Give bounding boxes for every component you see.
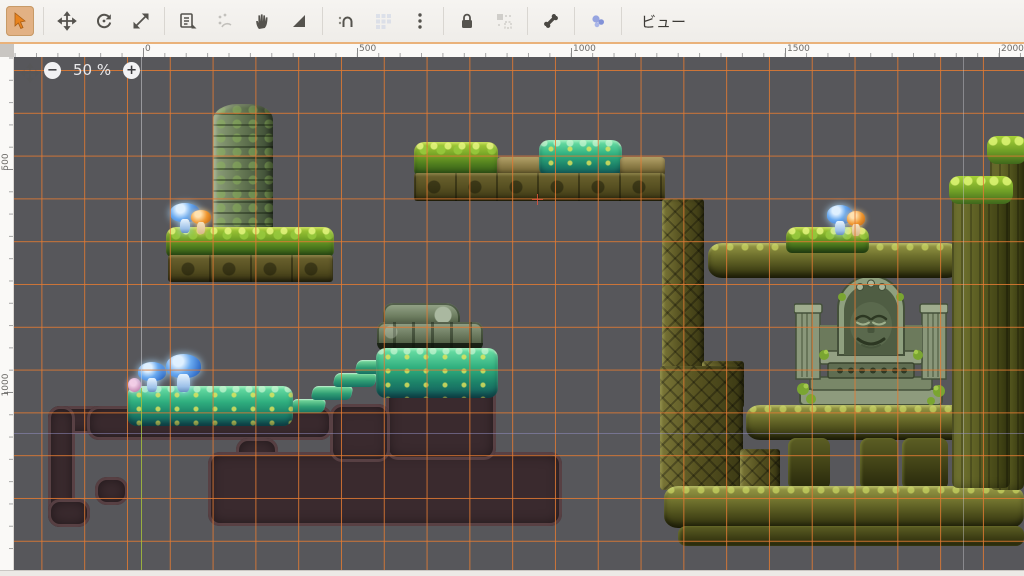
ruined-tank[interactable]	[377, 303, 483, 351]
layers-icon	[178, 11, 198, 31]
v-ruler-label: 1000	[1, 372, 11, 398]
platform-b-grass-green[interactable]	[414, 142, 498, 176]
magnet-icon	[336, 11, 356, 31]
dots-icon	[410, 11, 430, 31]
toolbar-separator	[443, 7, 444, 35]
select-icon	[10, 11, 30, 31]
cave-ring-foot[interactable]	[48, 499, 90, 527]
statue-leg-2[interactable]	[860, 438, 898, 490]
move-tool-button[interactable]	[53, 6, 81, 36]
move-icon	[57, 11, 77, 31]
toolbar-separator	[43, 7, 44, 35]
rotate-icon	[94, 11, 114, 31]
cave-body[interactable]	[208, 452, 562, 526]
zoom-level-label: 50 %	[73, 61, 111, 79]
column-step-2[interactable]	[740, 449, 780, 491]
canvas[interactable]: − 50 % +	[14, 57, 1024, 570]
toolbar-separator	[621, 7, 622, 35]
window-bottom-edge	[0, 570, 1024, 576]
more-options-button[interactable]	[406, 6, 434, 36]
rotate-tool-button[interactable]	[90, 6, 118, 36]
h-ruler-label: 2000	[1001, 44, 1024, 54]
grid-toggle-tool-button[interactable]	[369, 6, 397, 36]
h-ruler-label: 500	[359, 44, 376, 54]
triangle-icon	[289, 11, 309, 31]
hand-tool-button[interactable]	[248, 6, 276, 36]
magnet-snap-tool-button[interactable]	[332, 6, 360, 36]
zoom-in-button[interactable]: +	[123, 62, 140, 79]
h-ruler-label: 0	[145, 44, 151, 54]
stair-block-2[interactable]	[311, 386, 354, 400]
statue-leg-1[interactable]	[788, 438, 830, 490]
hand-icon	[252, 11, 272, 31]
toolbar-separator	[164, 7, 165, 35]
platform-b-grass-teal[interactable]	[539, 140, 622, 177]
scale-icon	[131, 11, 151, 31]
guide-left-bound	[141, 57, 142, 388]
ruler-corner	[0, 44, 14, 57]
cave-ring-stub[interactable]	[95, 477, 128, 505]
stair-block-1[interactable]	[290, 399, 327, 413]
statue-leg-3[interactable]	[902, 438, 948, 490]
statue-platform[interactable]	[746, 405, 966, 440]
scale-tool-button[interactable]	[127, 6, 155, 36]
marquee-icon	[494, 11, 514, 31]
v-ruler-label: 500	[1, 149, 11, 175]
toolbar-separator	[322, 7, 323, 35]
marquee-tool-button[interactable]	[490, 6, 518, 36]
mushroom-blue-2[interactable]	[138, 362, 166, 392]
grid-icon	[373, 11, 393, 31]
snap-points-icon	[215, 11, 235, 31]
stone-statue[interactable]	[794, 277, 948, 408]
column-wide[interactable]	[660, 366, 743, 490]
h-ruler-label: 1500	[787, 44, 810, 54]
layer-list-tool-button[interactable]	[174, 6, 202, 36]
toolbar: ビュー	[0, 0, 1024, 44]
pan-ghost-icon	[20, 63, 40, 87]
zoom-out-button[interactable]: −	[44, 62, 61, 79]
platform-a-stone[interactable]	[168, 255, 333, 282]
level-editor-window: ビュー 0 500 1000 1500 2000 500 1000 − 50 % +	[0, 0, 1024, 576]
toolbar-separator	[527, 7, 528, 35]
puppet-icon	[588, 11, 608, 31]
lock-tool-button[interactable]	[453, 6, 481, 36]
bone-icon	[541, 11, 561, 31]
tank-platform-teal[interactable]	[376, 348, 498, 398]
measure-tool-button[interactable]	[285, 6, 313, 36]
lock-icon	[457, 11, 477, 31]
vertical-ruler: 500 1000	[0, 57, 14, 570]
mushroom-orange-1[interactable]	[191, 210, 211, 234]
zoom-control: − 50 % +	[44, 61, 140, 79]
stair-block-3[interactable]	[333, 373, 378, 387]
platform-d-teal[interactable]	[127, 386, 293, 426]
platform-b-stone[interactable]	[414, 173, 665, 201]
obelisk[interactable]	[213, 104, 273, 236]
view-menu[interactable]: ビュー	[631, 7, 696, 36]
cave-mid[interactable]	[330, 404, 390, 462]
horizontal-ruler: 0 500 1000 1500 2000	[14, 44, 1024, 57]
toolbar-separator	[574, 7, 575, 35]
column-narrow[interactable]	[662, 199, 704, 371]
cliff-right[interactable]	[952, 182, 1010, 488]
bone-tool-button[interactable]	[537, 6, 565, 36]
lower-platform[interactable]	[664, 486, 1024, 528]
select-tool-button[interactable]	[6, 6, 34, 36]
mushroom-orange-2[interactable]	[847, 211, 865, 236]
lower-platform-shadow[interactable]	[678, 526, 1024, 546]
snap-points-tool-button[interactable]	[211, 6, 239, 36]
mushroom-blue-3[interactable]	[166, 354, 201, 392]
h-ruler-label: 1000	[573, 44, 596, 54]
puppet-tool-button[interactable]	[584, 6, 612, 36]
